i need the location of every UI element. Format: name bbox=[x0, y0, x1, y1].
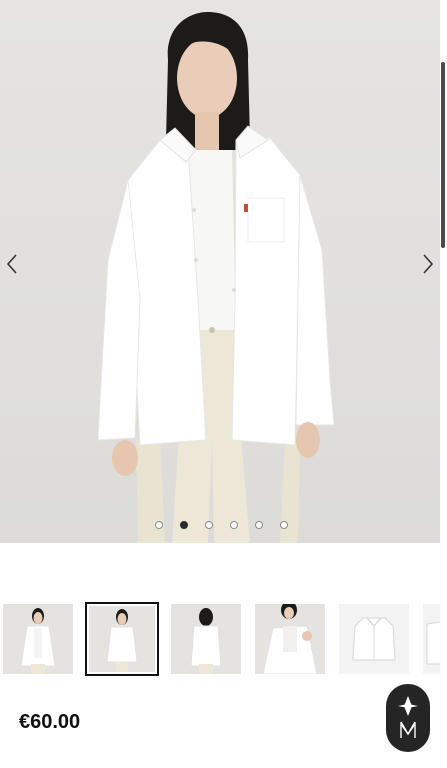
thumb-image bbox=[106, 609, 138, 672]
prev-image-button[interactable] bbox=[2, 250, 22, 278]
thumb-front-open[interactable] bbox=[3, 604, 73, 674]
product-page: €60.00 bbox=[0, 0, 447, 768]
thumbnail-strip bbox=[0, 602, 440, 676]
thumb-image bbox=[262, 604, 318, 674]
thumb-front-closed[interactable] bbox=[85, 602, 159, 676]
thumb-image bbox=[352, 617, 396, 661]
thumb-off-shoulder[interactable] bbox=[255, 604, 325, 674]
carousel-dot[interactable] bbox=[204, 521, 213, 529]
thumb-detail[interactable] bbox=[423, 604, 440, 674]
brand-chat-icon bbox=[398, 696, 418, 738]
thumb-flat-lay[interactable] bbox=[339, 604, 409, 674]
thumb-image bbox=[426, 621, 440, 665]
product-hero-image[interactable] bbox=[0, 0, 440, 543]
carousel-dot[interactable] bbox=[279, 521, 288, 529]
scrollbar-thumb[interactable] bbox=[441, 62, 445, 248]
thumb-back[interactable] bbox=[171, 604, 241, 674]
carousel-dot[interactable] bbox=[254, 521, 263, 529]
chevron-left-icon bbox=[6, 254, 17, 274]
carousel-dots bbox=[0, 521, 440, 531]
product-price: €60.00 bbox=[19, 711, 81, 733]
carousel-dot-active[interactable] bbox=[179, 521, 188, 529]
thumb-image bbox=[20, 608, 56, 674]
model-photo bbox=[97, 12, 335, 543]
next-image-button[interactable] bbox=[418, 250, 438, 278]
carousel-dot[interactable] bbox=[229, 521, 238, 529]
chevron-right-icon bbox=[423, 254, 434, 274]
chat-assistant-button[interactable] bbox=[386, 684, 430, 752]
page-scrollbar[interactable] bbox=[440, 0, 447, 768]
carousel-dot[interactable] bbox=[154, 521, 163, 529]
thumb-image bbox=[190, 608, 222, 674]
